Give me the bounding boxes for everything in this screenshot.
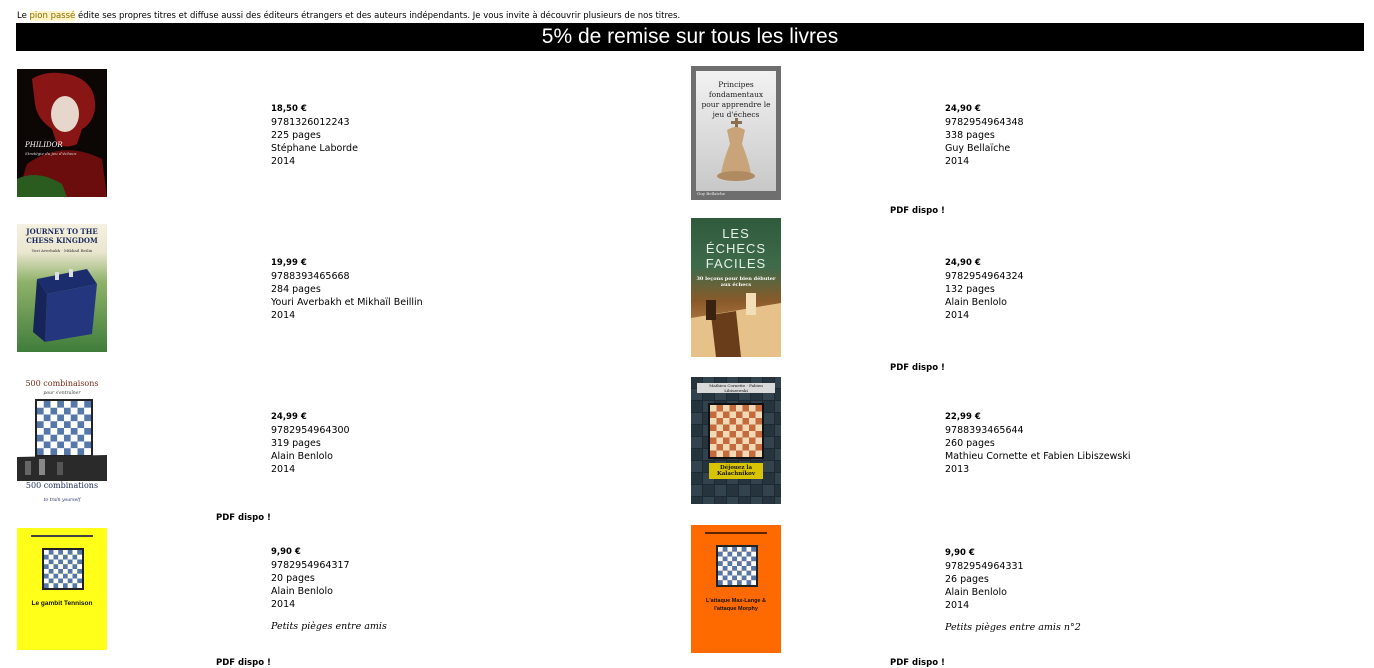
cover-author: Mathieu Cornette · Fabien Libiszewski — [697, 383, 775, 393]
book-isbn: 9788393465668 — [271, 271, 350, 282]
book-author: Alain Benlolo — [945, 297, 1007, 308]
book-price: 24,90 € — [945, 104, 981, 114]
intro-after: édite ses propres titres et diffuse auss… — [75, 11, 681, 21]
book-year: 2013 — [945, 464, 970, 475]
cover-title: PHILIDOR — [25, 141, 63, 149]
book-author: Stéphane Laborde — [271, 143, 358, 154]
book-price: 24,90 € — [945, 258, 981, 268]
book-info: 9,90 € 9782954964317 20 pages Alain Benl… — [271, 546, 571, 633]
book-year: 2014 — [271, 156, 296, 167]
book-isbn: 9782954964348 — [945, 117, 1024, 128]
book-pages: 338 pages — [945, 130, 995, 141]
book-info: 24,99 € 9782954964300 319 pages Alain Be… — [271, 411, 571, 476]
book-info: 19,99 € 9788393465668 284 pages Youri Av… — [271, 257, 571, 322]
book-cover-gambit-tennison[interactable]: Le gambit Tennison — [17, 528, 107, 650]
book-cover-max-lange[interactable]: L'attaque Max-Lange & l'attaque Morphy — [691, 525, 781, 653]
book-price: 9,90 € — [945, 548, 975, 558]
book-price: 24,99 € — [271, 412, 307, 422]
book-info: 22,99 € 9788393465644 260 pages Mathieu … — [945, 411, 1245, 476]
philidor-portrait — [17, 72, 107, 197]
book-isbn: 9788393465644 — [945, 425, 1024, 436]
book-isbn: 9781326012243 — [271, 117, 350, 128]
book-pages: 260 pages — [945, 438, 995, 449]
book-info: 24,90 € 9782954964348 338 pages Guy Bell… — [945, 103, 1245, 168]
book-author: Alain Benlolo — [271, 451, 333, 462]
pdf-available-badge: PDF dispo ! — [890, 206, 945, 216]
book-price: 9,90 € — [271, 547, 301, 557]
book-cover-kalachnikov[interactable]: Mathieu Cornette · Fabien Libiszewski Dé… — [691, 377, 781, 504]
book-cover-echecs-faciles[interactable]: LES ÉCHECS FACILES 30 leçons pour bien d… — [691, 218, 781, 357]
book-pages: 284 pages — [271, 284, 321, 295]
book-pages: 20 pages — [271, 573, 315, 584]
chess-pieces-illustration — [691, 293, 781, 357]
chess-tower-illustration — [33, 269, 97, 342]
cover-title: Le gambit Tennison — [31, 600, 93, 607]
cover-subtitle-english: to train yourself — [43, 498, 81, 503]
book-cover-500-combinaisons[interactable]: 500 combinaisons pour s'entraîner 500 co… — [17, 377, 107, 508]
book-author: Alain Benlolo — [271, 586, 333, 597]
cover-author: Guy Bellaïche — [697, 191, 726, 196]
book-cover-principes[interactable]: Principes fondamentaux pour apprendre le… — [691, 66, 781, 200]
book-cover-philidor[interactable]: PHILIDOR Stratégie du jeu d'échecs — [17, 69, 107, 197]
chessboard-diagram — [708, 403, 764, 459]
book-isbn: 9782954964324 — [945, 271, 1024, 282]
king-piece-icon — [717, 118, 755, 181]
book-series: Petits pièges entre amis n°2 — [945, 622, 1081, 633]
pdf-available-badge: PDF dispo ! — [890, 658, 945, 668]
book-pages: 319 pages — [271, 438, 321, 449]
discount-banner: 5% de remise sur tous les livres — [16, 23, 1364, 51]
book-pages: 26 pages — [945, 574, 989, 585]
cover-title: Déjouez la Kalachnikov — [709, 463, 763, 479]
book-info: 24,90 € 9782954964324 132 pages Alain Be… — [945, 257, 1245, 322]
chessboard-diagram — [716, 545, 758, 587]
cover-title-english: 500 combinations — [25, 481, 99, 490]
book-cover-journey[interactable]: JOURNEY TO THE CHESS KINGDOM Yuri Averba… — [17, 224, 107, 352]
book-year: 2014 — [271, 310, 296, 321]
book-info: 18,50 € 9781326012243 225 pages Stéphane… — [271, 103, 571, 168]
intro-before: Le — [17, 11, 30, 21]
book-author: Mathieu Cornette et Fabien Libiszewski — [945, 451, 1131, 462]
book-price: 18,50 € — [271, 104, 307, 114]
publisher-link[interactable]: pion passé — [29, 11, 76, 21]
pdf-available-badge: PDF dispo ! — [216, 513, 271, 523]
book-author: Youri Averbakh et Mikhaïl Beillin — [271, 297, 423, 308]
chessboard-diagram — [42, 548, 84, 590]
pdf-available-badge: PDF dispo ! — [216, 658, 271, 668]
book-year: 2014 — [271, 464, 296, 475]
book-price: 22,99 € — [945, 412, 981, 422]
book-year: 2014 — [945, 156, 970, 167]
book-info: 9,90 € 9782954964331 26 pages Alain Benl… — [945, 547, 1245, 634]
book-year: 2014 — [945, 600, 970, 611]
book-year: 2014 — [271, 599, 296, 610]
book-pages: 132 pages — [945, 284, 995, 295]
book-pages: 225 pages — [271, 130, 321, 141]
book-series: Petits pièges entre amis — [271, 621, 387, 632]
book-year: 2014 — [945, 310, 970, 321]
cover-subtitle: Stratégie du jeu d'échecs — [25, 151, 77, 156]
book-author: Guy Bellaïche — [945, 143, 1011, 154]
book-isbn: 9782954964331 — [945, 561, 1024, 572]
pdf-available-badge: PDF dispo ! — [890, 363, 945, 373]
book-author: Alain Benlolo — [945, 587, 1007, 598]
cover-title: L'attaque Max-Lange & l'attaque Morphy — [706, 598, 766, 612]
book-price: 19,99 € — [271, 258, 307, 268]
book-isbn: 9782954964317 — [271, 560, 350, 571]
book-isbn: 9782954964300 — [271, 425, 350, 436]
intro-text: Le pion passé édite ses propres titres e… — [17, 11, 680, 21]
